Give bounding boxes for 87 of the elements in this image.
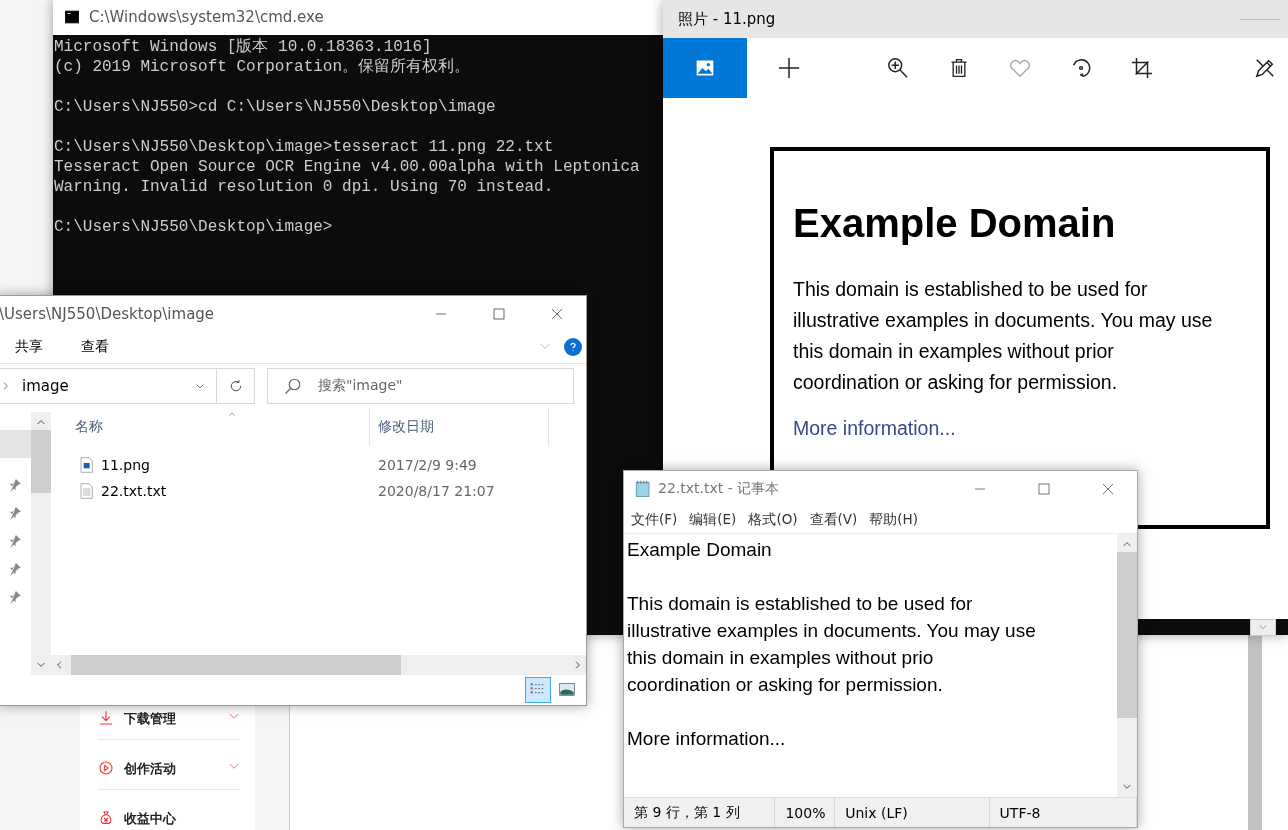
scrollbar[interactable]: [1117, 534, 1137, 797]
scrollbar-thumb[interactable]: [1117, 552, 1137, 718]
chevron-down-icon: [1257, 623, 1269, 632]
status-text: UTF-8: [999, 804, 1041, 821]
nav-item[interactable]: [0, 430, 31, 458]
sidebar-item[interactable]: 下载管理: [98, 707, 240, 740]
notepad-icon: [634, 478, 652, 499]
pin-icon: [8, 562, 22, 576]
sidebar-item[interactable]: 收益中心: [98, 807, 240, 830]
console-icon: [63, 10, 81, 24]
scrollbar[interactable]: [31, 412, 51, 675]
document-heading: Example Domain: [793, 201, 1117, 246]
sidebar-item[interactable]: 创作活动: [98, 757, 240, 790]
ribbon-tab[interactable]: 共享: [0, 338, 65, 356]
chevron-icon: [538, 342, 552, 352]
address-bar[interactable]: image: [0, 368, 217, 404]
money-bag-icon: [98, 810, 114, 826]
console-line: C:\Users\NJ550\Desktop\image>tesseract 11.png 22.txt: [54, 137, 555, 157]
search-field[interactable]: 搜索"image": [267, 368, 574, 404]
view-button[interactable]: [525, 677, 551, 703]
minimize-icon[interactable]: [1240, 18, 1280, 20]
menu-item[interactable]: 文件(F): [631, 510, 678, 529]
chevron-up-icon: [1121, 540, 1133, 548]
expand-button[interactable]: [1250, 619, 1276, 636]
chevron-right-icon: [574, 659, 582, 671]
maximize-icon: [1038, 482, 1050, 495]
menu-item[interactable]: 查看(V): [809, 510, 858, 529]
file-name[interactable]: 22.txt.txt: [101, 483, 167, 499]
chevron-down-icon: [35, 661, 47, 669]
column-header[interactable]: 修改日期: [378, 418, 434, 436]
console-line: C:\Users\NJ550>cd C:\Users\NJ550\Desktop\image: [54, 97, 497, 117]
text-file-icon: [79, 481, 95, 501]
scrollbar-thumb[interactable]: [31, 430, 51, 493]
refresh-button[interactable]: [217, 368, 255, 404]
chevron-left-icon: [55, 659, 63, 671]
close-icon: [1102, 482, 1114, 495]
console-line: Warning. Invalid resolution 0 dpi. Using 70 instead.: [54, 177, 555, 197]
chevron-right-icon: [2, 381, 10, 391]
pin-icon: [8, 590, 22, 604]
window-title: C:\Windows\system32\cmd.exe: [89, 8, 324, 26]
chevron-down-icon: [194, 383, 206, 391]
status-text: 第 9 行，第 1 列: [634, 803, 740, 822]
text-paragraph: This domain is established to be used for illustrative examples in documents. You may use this domain in examples without prio coordination or asking for permission.: [627, 592, 1037, 697]
chevron-down-icon: [1121, 783, 1133, 791]
question-mark-icon: [568, 341, 578, 353]
help-icon[interactable]: [564, 338, 582, 356]
console-line: Microsoft Windows [版本 10.0.18363.1016]: [54, 37, 433, 57]
chevron-up-icon: [35, 418, 47, 426]
text-paragraph: Example Domain: [627, 538, 773, 562]
window-title: 22.txt.txt - 记事本: [658, 479, 781, 498]
document-link[interactable]: More information...: [793, 417, 956, 439]
status-text: 100%: [785, 804, 826, 821]
status-text: Unix (LF): [845, 804, 908, 821]
menu-item[interactable]: 帮助(H): [869, 510, 919, 529]
scrollbar[interactable]: [1248, 632, 1262, 830]
scrollbar-thumb[interactable]: [71, 655, 401, 675]
column-header[interactable]: 名称: [75, 418, 103, 434]
chevron-down-icon: [228, 712, 240, 722]
table-cell-text: 2020/8/17 21:07: [377, 483, 495, 499]
pin-icon: [8, 478, 22, 492]
ribbon-tab[interactable]: 查看: [65, 338, 131, 356]
file-name[interactable]: 11.png: [101, 457, 150, 473]
refresh-icon: [228, 379, 243, 393]
chevron-down-icon[interactable]: [538, 342, 552, 352]
text-area[interactable]: Example Domain This domain is established to be used for illustrative examples in documents. You may use this domain in examples without prio coordination or asking for permission. More information...: [624, 534, 1117, 797]
console-line: (c) 2019 Microsoft Corporation。保留所有权利。: [54, 57, 472, 77]
console-line: C:\Users\NJ550\Desktop\image>: [54, 217, 334, 237]
scrollbar[interactable]: [51, 655, 586, 675]
toolbar-button[interactable]: [663, 38, 747, 98]
table-cell-text: 2017/2/9 9:49: [377, 457, 477, 473]
search-icon: [284, 377, 302, 395]
thumbnail-view-icon: [557, 682, 577, 698]
chevron-down-icon: [228, 762, 240, 772]
text-paragraph: More information...: [627, 727, 787, 751]
pin-icon: [8, 534, 22, 548]
play-circle-icon: [98, 760, 114, 776]
document-paragraph: This domain is established to be used for illustrative examples in documents. You may use this domain in examples without prior coordination or asking for permission.: [793, 277, 1214, 395]
sort-up-icon: [227, 411, 237, 417]
close-icon: [551, 307, 563, 320]
pin-icon: [8, 506, 22, 520]
window-title: 照片 - 11.png: [678, 9, 776, 29]
menu-item[interactable]: 格式(O): [748, 510, 798, 529]
image-file-icon: [79, 455, 95, 475]
maximize-icon: [493, 307, 505, 320]
menu-item[interactable]: 编辑(E): [689, 510, 737, 529]
download-icon: [98, 710, 114, 726]
console-line: Tesseract Open Source OCR Engine v4.00.00alpha with Leptonica: [54, 157, 641, 177]
